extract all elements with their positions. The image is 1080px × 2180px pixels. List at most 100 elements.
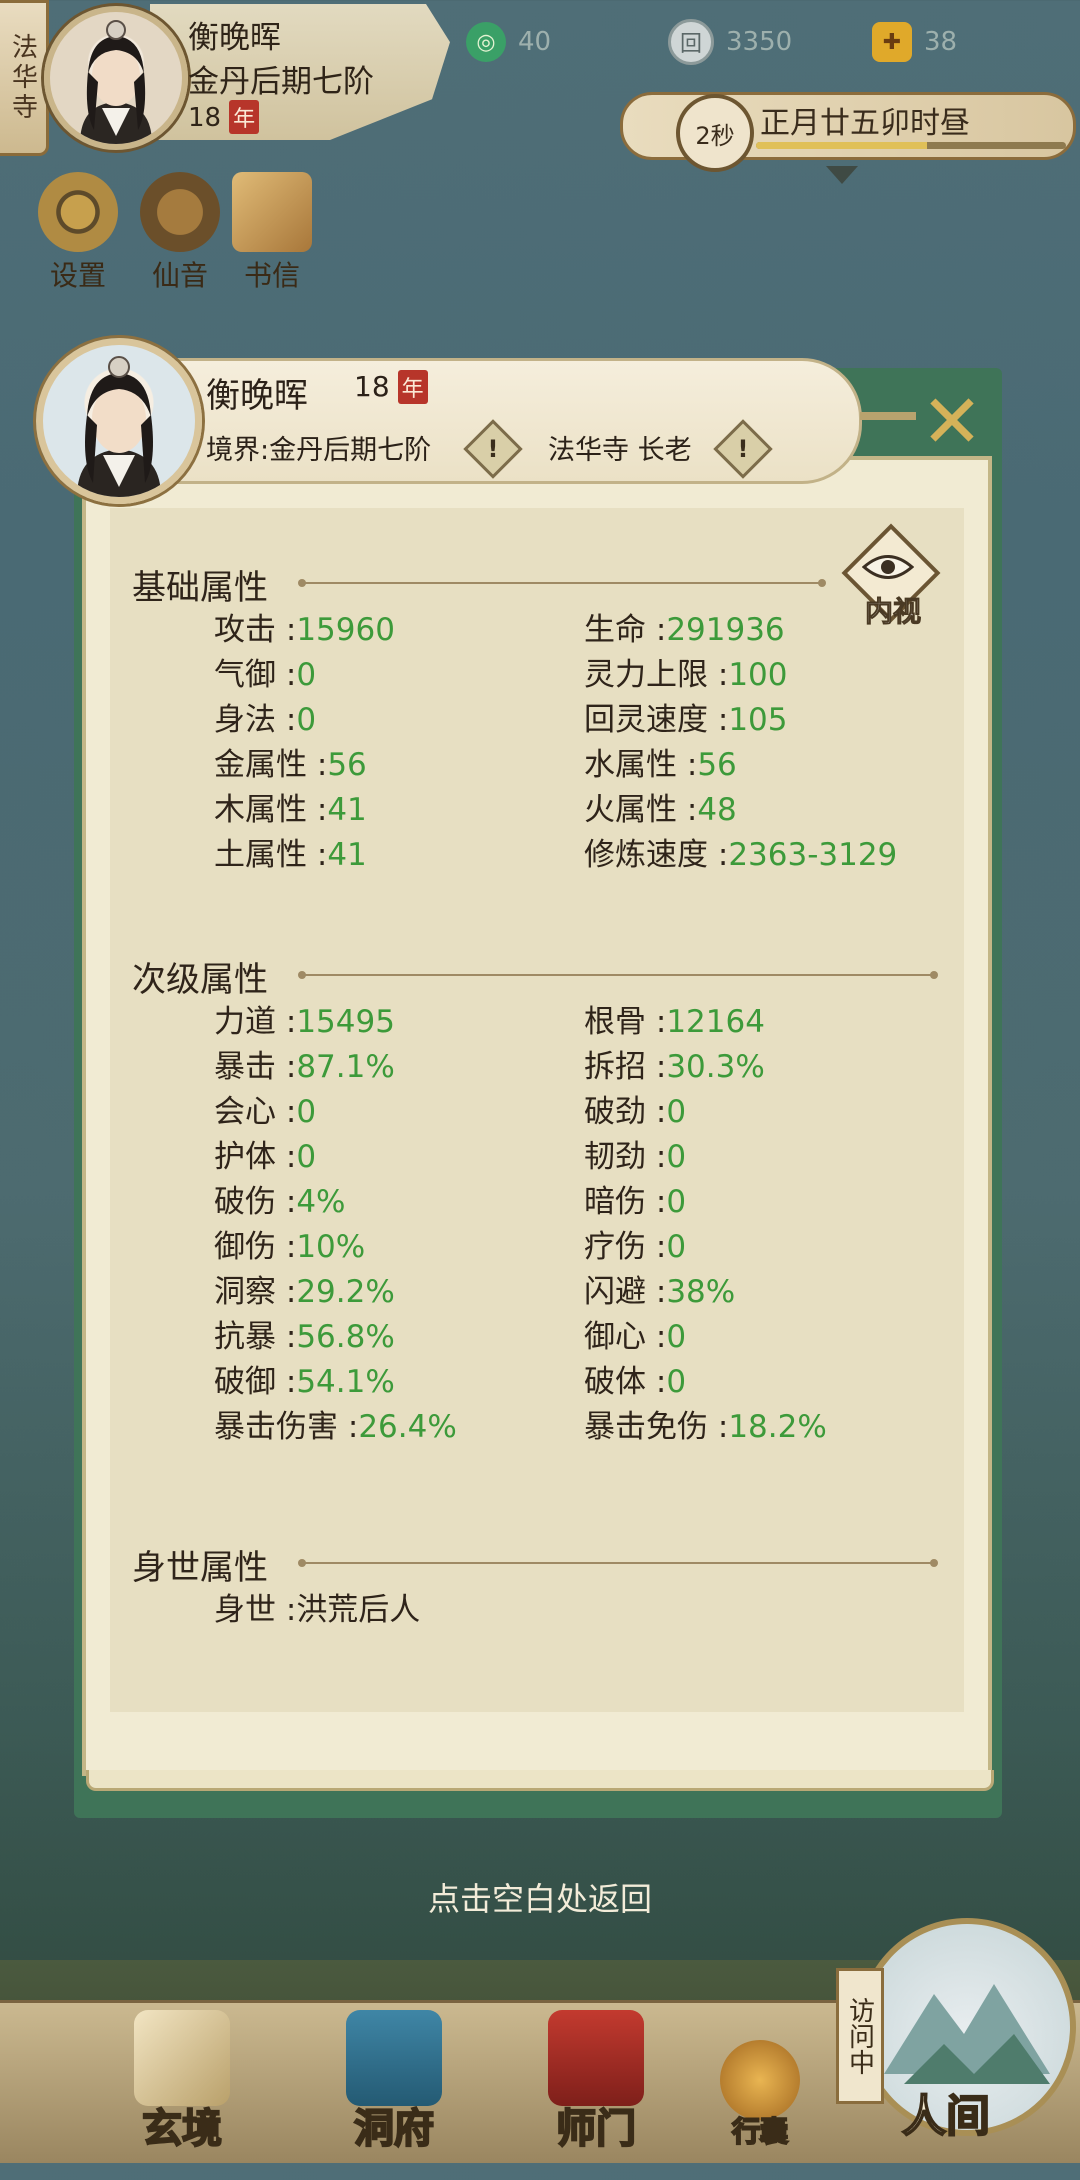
attribute-item: 会心 :0 (214, 1086, 316, 1131)
attribute-separator: : (276, 1274, 297, 1310)
attribute-separator: : (276, 1094, 297, 1130)
attribute-value: 0 (666, 1184, 687, 1220)
attribute-value: 洪荒后人 (296, 1592, 421, 1628)
attribute-item: 暴击 :87.1% (214, 1041, 395, 1086)
attribute-value: 0 (666, 1364, 687, 1400)
time-speed-indicator[interactable]: 2秒 (676, 94, 754, 172)
mail-icon (232, 172, 312, 252)
attribute-separator: : (646, 1184, 667, 1220)
attribute-separator: : (276, 612, 297, 648)
attribute-value: 10% (296, 1229, 366, 1265)
chevron-down-icon[interactable] (826, 166, 858, 184)
attribute-item: 御伤 :10% (214, 1221, 365, 1266)
resource-strength[interactable]: ✚ 38 (872, 22, 957, 62)
eye-glyph-icon (862, 555, 914, 579)
player-avatar[interactable] (44, 6, 188, 150)
nav-xuanjing[interactable]: 玄境 (112, 2010, 252, 2153)
attribute-item: 根骨 :12164 (584, 996, 765, 1041)
attribute-value: 0 (666, 1094, 687, 1130)
attribute-separator: : (708, 837, 729, 873)
attribute-separator: : (646, 1049, 667, 1085)
attribute-value: 30.3% (666, 1049, 765, 1085)
attribute-item: 身世 :洪荒后人 (214, 1584, 420, 1629)
attribute-separator: : (677, 792, 698, 828)
attribute-value: 54.1% (296, 1364, 395, 1400)
return-hint[interactable]: 点击空白处返回 (300, 1874, 780, 1920)
attribute-value: 0 (296, 1139, 317, 1175)
attribute-name: 根骨 (584, 1004, 646, 1040)
attribute-separator: : (646, 1274, 667, 1310)
attribute-name: 疗伤 (584, 1229, 646, 1265)
attribute-name: 护体 (214, 1139, 276, 1175)
section-divider (298, 579, 826, 587)
attribute-name: 水属性 (584, 747, 677, 783)
resource-jade[interactable]: ◎ 40 (466, 22, 551, 62)
attribute-item: 暗伤 :0 (584, 1176, 686, 1221)
attribute-name: 灵力上限 (584, 657, 708, 693)
attribute-separator: : (708, 1409, 729, 1445)
attribute-separator: : (307, 792, 328, 828)
nav-label: 师门 (555, 2105, 637, 2153)
attribute-item: 破伤 :4% (214, 1176, 346, 1221)
character-sect: 法华寺 长老 (548, 435, 692, 466)
attribute-name: 会心 (214, 1094, 276, 1130)
player-realm: 金丹后期七阶 (188, 64, 374, 100)
attribute-separator: : (677, 747, 698, 783)
attribute-separator: : (276, 1319, 297, 1355)
inner-view-label: 内视 (864, 595, 921, 629)
attribute-value: 41 (327, 792, 367, 828)
mail-button[interactable]: 书信 (232, 172, 312, 294)
resource-coin[interactable]: 回 3350 (668, 19, 793, 65)
year-badge: 年 (229, 100, 260, 134)
attribute-separator: : (307, 837, 328, 873)
attribute-name: 金属性 (214, 747, 307, 783)
attribute-item: 火属性 :48 (584, 784, 737, 829)
attribute-name: 暴击伤害 (214, 1409, 338, 1445)
attribute-name: 生命 (584, 612, 646, 648)
visiting-tag: 访问中 (836, 1968, 884, 2104)
attribute-item: 木属性 :41 (214, 784, 367, 829)
nav-dongfu[interactable]: 洞府 (324, 2010, 464, 2153)
attribute-item: 韧劲 :0 (584, 1131, 686, 1176)
section-divider (298, 1559, 938, 1567)
attribute-name: 暗伤 (584, 1184, 646, 1220)
settings-button[interactable]: 设置 (38, 172, 118, 294)
attribute-value: 0 (666, 1319, 687, 1355)
time-progress-bar (756, 142, 1066, 149)
player-age: 18 年 (188, 100, 260, 134)
attribute-separator: : (646, 1229, 667, 1265)
attribute-name: 拆招 (584, 1049, 646, 1085)
attribute-name: 破劲 (584, 1094, 646, 1130)
attribute-value: 0 (296, 702, 317, 738)
attribute-value: 48 (697, 792, 737, 828)
coin-icon: 回 (668, 19, 714, 65)
attribute-value: 41 (327, 837, 367, 873)
attribute-separator: : (276, 1364, 297, 1400)
coin-count: 3350 (726, 27, 793, 57)
attribute-item: 金属性 :56 (214, 739, 367, 784)
attribute-item: 水属性 :56 (584, 739, 737, 784)
attribute-item: 气御 :0 (214, 649, 316, 694)
top-hud: 法华寺 衡晚晖 金丹后期七阶 18 年 ◎ 40 回 3350 ✚ 38 2秒 正… (0, 0, 1080, 292)
attribute-value: 87.1% (296, 1049, 395, 1085)
nav-xingnang[interactable]: 行囊 (700, 2040, 820, 2180)
attribute-item: 疗伤 :0 (584, 1221, 686, 1266)
nav-shimen[interactable]: 师门 (526, 2010, 666, 2153)
attribute-separator: : (646, 1319, 667, 1355)
inner-view-button[interactable]: 内视 (841, 523, 941, 629)
attribute-separator: : (276, 1139, 297, 1175)
nav-renjian-label: 人间 (901, 2090, 991, 2143)
attribute-value: 2363-3129 (728, 837, 898, 873)
close-icon[interactable]: ✕ (916, 385, 988, 459)
attribute-item: 暴击伤害 :26.4% (214, 1401, 457, 1446)
attribute-item: 身法 :0 (214, 694, 316, 739)
banner-icon (548, 2010, 644, 2106)
jade-icon: ◎ (466, 22, 506, 62)
attribute-name: 回灵速度 (584, 702, 708, 738)
music-button[interactable]: 仙音 (140, 172, 220, 294)
attribute-separator: : (276, 1229, 297, 1265)
sect-tag[interactable]: 法华寺 (0, 0, 49, 156)
attribute-separator: : (708, 702, 729, 738)
close-button[interactable] (860, 412, 916, 420)
attribute-name: 御心 (584, 1319, 646, 1355)
